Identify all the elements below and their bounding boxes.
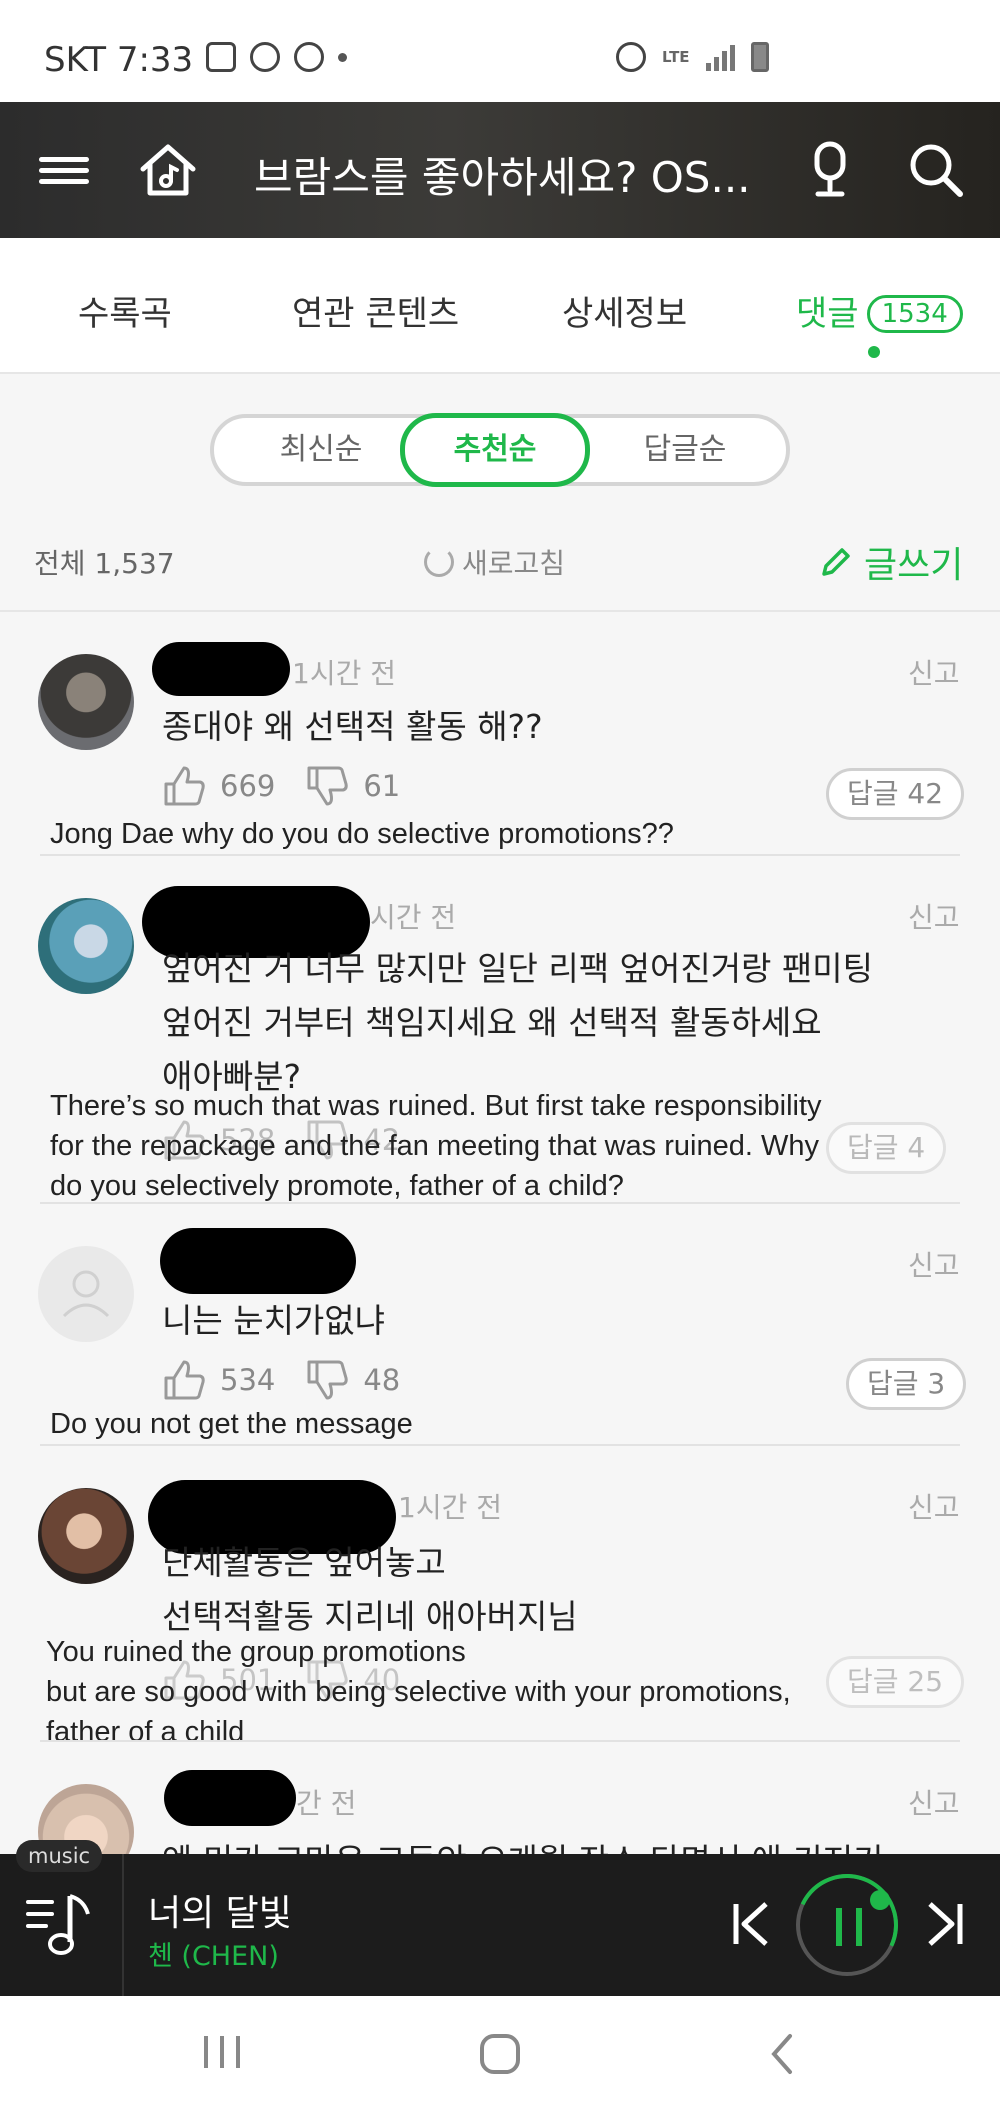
reaction-bar: 669 61 bbox=[162, 764, 430, 808]
microphone-icon[interactable] bbox=[792, 132, 868, 208]
recent-apps-icon[interactable] bbox=[200, 2032, 244, 2076]
dislike-count: 61 bbox=[363, 769, 401, 803]
write-label: 글쓰기 bbox=[864, 545, 964, 586]
refresh-button[interactable]: 새로고침 bbox=[424, 542, 565, 582]
redacted-username bbox=[160, 1228, 356, 1294]
carrier-time: SKT 7:33 bbox=[44, 40, 194, 80]
redacted-username bbox=[152, 642, 290, 696]
alarm-icon bbox=[616, 42, 646, 72]
gallery-icon bbox=[206, 42, 236, 72]
system-nav-bar bbox=[0, 1996, 1000, 2112]
progress-handle[interactable] bbox=[870, 1890, 890, 1910]
replies-button[interactable]: 답글 25 bbox=[826, 1656, 965, 1708]
replies-button[interactable]: 답글 4 bbox=[826, 1122, 947, 1174]
pause-icon bbox=[836, 1908, 862, 1946]
report-button[interactable]: 신고 bbox=[908, 1486, 960, 1526]
report-button[interactable]: 신고 bbox=[908, 652, 960, 692]
refresh-icon bbox=[424, 547, 454, 577]
comment-count-badge: 1534 bbox=[866, 295, 963, 333]
thumbs-down-icon[interactable] bbox=[305, 764, 351, 808]
lte-label: LTE bbox=[662, 48, 690, 66]
comment-text: 엎어진 거 너무 많지만 일단 리팩 엎어진거랑 팬미팅 엎어진 거부터 책임지… bbox=[162, 949, 873, 1096]
thumbs-up-icon[interactable] bbox=[162, 764, 208, 808]
tab-comments[interactable]: 댓글 1534 bbox=[796, 286, 963, 335]
camera-icon bbox=[250, 42, 280, 72]
player-divider bbox=[122, 1854, 124, 1996]
next-track-icon[interactable] bbox=[924, 1900, 966, 1952]
total-count: 전체 1,537 bbox=[34, 547, 175, 580]
comment-text: 니는 눈치가없냐 bbox=[162, 1301, 386, 1340]
back-nav-icon[interactable] bbox=[766, 2032, 798, 2080]
pencil-icon bbox=[822, 548, 850, 576]
comment-time: 간 전 bbox=[296, 1787, 357, 1820]
page-title: 브람스를 좋아하세요? OS... bbox=[254, 153, 751, 202]
translation-text: Do you not get the message bbox=[50, 1408, 413, 1440]
refresh-label: 새로고침 bbox=[462, 547, 566, 580]
artist-name: 첸 (CHEN) bbox=[148, 1941, 279, 1972]
system-icons: LTE bbox=[616, 42, 769, 72]
default-avatar-icon[interactable] bbox=[38, 1246, 134, 1342]
comment-separator bbox=[40, 854, 960, 856]
comment-time: 1시간 전 bbox=[398, 1491, 502, 1524]
previous-track-icon[interactable] bbox=[730, 1900, 772, 1952]
thumbs-up-icon[interactable] bbox=[162, 1358, 208, 1402]
notification-icons bbox=[206, 42, 347, 72]
signal-icon bbox=[705, 43, 735, 71]
write-button[interactable]: 글쓰기 bbox=[818, 536, 963, 588]
home-icon[interactable] bbox=[130, 132, 206, 208]
active-tab-indicator bbox=[868, 346, 880, 358]
tab-related-content[interactable]: 연관 콘텐츠 bbox=[292, 286, 459, 335]
comment-separator bbox=[40, 1444, 960, 1446]
app-header: 브람스를 좋아하세요? OS... bbox=[0, 102, 1000, 238]
playlist-icon[interactable] bbox=[24, 1890, 104, 1964]
menu-icon[interactable] bbox=[26, 132, 102, 208]
mini-player[interactable]: 너의 달빛 첸 (CHEN) bbox=[0, 1854, 1000, 1996]
avatar[interactable] bbox=[38, 654, 134, 750]
sort-recommended[interactable]: 추천순 bbox=[400, 413, 590, 487]
sort-replies[interactable]: 답글순 bbox=[590, 418, 780, 482]
status-bar: SKT 7:33 LTE bbox=[0, 0, 1000, 102]
reaction-bar: 534 48 bbox=[162, 1358, 430, 1402]
talk-icon bbox=[294, 42, 324, 72]
redacted-username bbox=[164, 1770, 296, 1826]
home-nav-icon[interactable] bbox=[478, 2032, 522, 2080]
thumbs-down-icon[interactable] bbox=[305, 1358, 351, 1402]
comment-time: 시간 전 bbox=[370, 901, 457, 934]
comment-separator bbox=[40, 1740, 960, 1742]
pause-button[interactable] bbox=[781, 1859, 913, 1991]
comment-time: 1시간 전 bbox=[292, 657, 396, 690]
tab-tracks[interactable]: 수록곡 bbox=[78, 286, 172, 335]
report-button[interactable]: 신고 bbox=[908, 1782, 960, 1822]
comment-text: 종대야 왜 선택적 활동 해?? bbox=[162, 707, 543, 746]
tab-comments-label: 댓글 bbox=[796, 294, 859, 334]
dot-icon bbox=[338, 52, 347, 62]
dislike-count: 48 bbox=[363, 1363, 401, 1397]
search-icon[interactable] bbox=[898, 132, 974, 208]
comment-separator bbox=[40, 1202, 960, 1204]
comment-meta-bar: 전체 1,537 새로고침 글쓰기 bbox=[0, 530, 1000, 594]
translation-text: There’s so much that was ruined. But fir… bbox=[50, 1090, 822, 1202]
replies-button[interactable]: 답글 3 bbox=[846, 1358, 967, 1410]
report-button[interactable]: 신고 bbox=[908, 1244, 960, 1284]
song-title: 너의 달빛 bbox=[148, 1893, 292, 1934]
like-count: 534 bbox=[220, 1363, 276, 1397]
avatar[interactable] bbox=[38, 1488, 134, 1584]
like-count: 669 bbox=[220, 769, 276, 803]
comment-text: 단체활동은 엎어놓고 선택적활동 지리네 애아버지님 bbox=[162, 1543, 578, 1636]
avatar[interactable] bbox=[38, 898, 134, 994]
translation-text: You ruined the group promotions but are … bbox=[46, 1636, 791, 1748]
tab-bar: 수록곡 연관 콘텐츠 상세정보 댓글 1534 bbox=[0, 238, 1000, 374]
battery-icon bbox=[750, 42, 769, 72]
tab-details[interactable]: 상세정보 bbox=[562, 286, 687, 335]
report-button[interactable]: 신고 bbox=[908, 896, 960, 936]
replies-button[interactable]: 답글 42 bbox=[826, 768, 965, 820]
divider bbox=[0, 610, 1000, 612]
music-badge: music bbox=[16, 1840, 103, 1872]
sort-selector: 최신순 추천순 답글순 bbox=[210, 413, 790, 487]
sort-latest[interactable]: 최신순 bbox=[226, 418, 416, 482]
translation-text: Jong Dae why do you do selective promoti… bbox=[50, 818, 674, 850]
